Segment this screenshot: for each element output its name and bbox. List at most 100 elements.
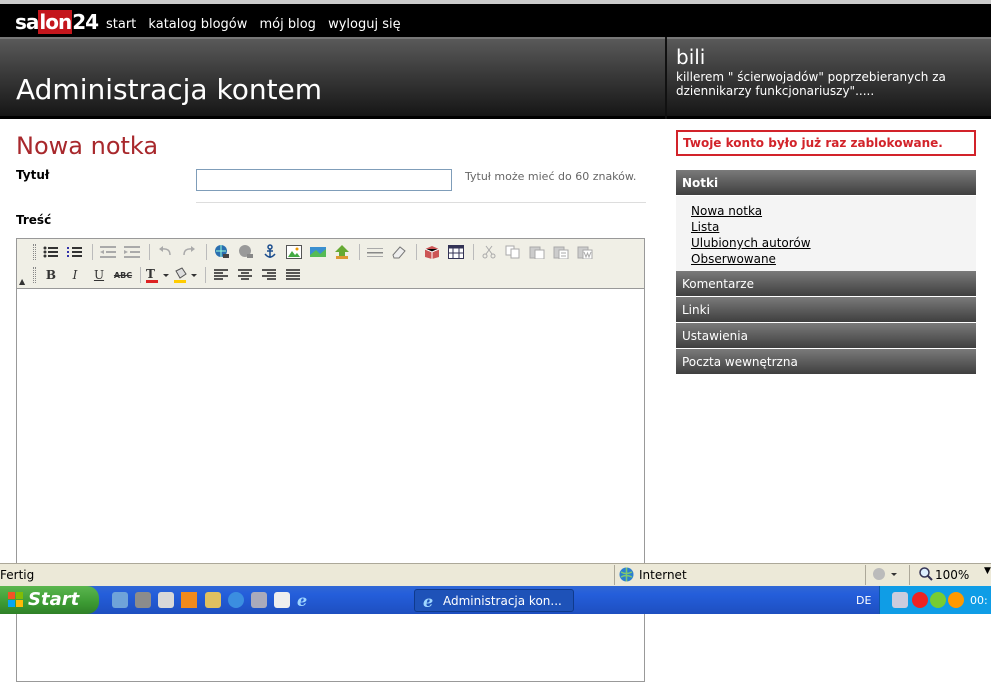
quicklaunch-app-2-icon[interactable] xyxy=(135,592,151,608)
insert-file-icon[interactable] xyxy=(331,242,353,262)
sidebar-link-favorite-authors[interactable]: Ulubionych autorów xyxy=(691,235,976,251)
rich-text-editor: B I U ABC T ▲ xyxy=(16,238,645,682)
popup-blocker-icon[interactable] xyxy=(872,567,898,585)
sidebar-section-settings[interactable]: Ustawienia xyxy=(676,323,976,349)
toolbar-separator xyxy=(140,267,141,283)
sidebar-section-links[interactable]: Linki xyxy=(676,297,976,323)
bullet-list-icon[interactable] xyxy=(40,242,62,262)
insert-media-icon[interactable] xyxy=(307,242,329,262)
taskbar-window-title: Administracja kon... xyxy=(443,594,562,608)
toolbar-separator xyxy=(149,244,150,260)
align-justify-icon[interactable] xyxy=(282,265,304,285)
strikethrough-icon[interactable]: ABC xyxy=(112,265,134,285)
quicklaunch-app-5-icon[interactable] xyxy=(205,592,221,608)
toolbar-separator xyxy=(205,267,206,283)
sidebar-link-new-post[interactable]: Nowa notka xyxy=(691,203,976,219)
tray-app-icon[interactable] xyxy=(912,592,928,608)
bold-icon[interactable]: B xyxy=(40,265,62,285)
toolbar-separator xyxy=(92,244,93,260)
nav-link-start[interactable]: start xyxy=(106,17,136,32)
taskbar-window-item[interactable]: e Administracja kon... xyxy=(414,589,574,612)
sidebar-section-internal-mail[interactable]: Poczta wewnętrzna xyxy=(676,349,976,375)
sidebar-notki-submenu: Nowa notka Lista Ulubionych autorów Obse… xyxy=(676,196,976,271)
content-label: Treść xyxy=(16,213,52,227)
nav-link-catalog[interactable]: katalog blogów xyxy=(148,17,247,32)
eraser-icon[interactable] xyxy=(388,242,410,262)
tray-app-icon[interactable] xyxy=(948,592,964,608)
internet-explorer-icon: e xyxy=(423,593,433,609)
align-center-icon[interactable] xyxy=(234,265,256,285)
status-divider xyxy=(865,565,866,585)
windows-taskbar: Start e e Administracja kon... DE 00: xyxy=(0,586,991,614)
clock[interactable]: 00: xyxy=(970,594,988,607)
align-right-icon[interactable] xyxy=(258,265,280,285)
quicklaunch-app-8-icon[interactable] xyxy=(274,592,290,608)
quicklaunch-app-6-icon[interactable] xyxy=(228,592,244,608)
browser-status-bar: Fertig Internet 100% ▼ xyxy=(0,563,991,586)
blog-description: killerem " ścierwojadów" poprzebieranych… xyxy=(676,70,946,98)
security-zone-label: Internet xyxy=(639,568,687,582)
numbered-list-icon[interactable] xyxy=(64,242,86,262)
indent-icon[interactable] xyxy=(121,242,143,262)
toolbar-row-1 xyxy=(33,241,598,263)
svg-text:e: e xyxy=(297,592,307,608)
sidebar-link-list[interactable]: Lista xyxy=(691,219,976,235)
background-color-icon[interactable] xyxy=(173,265,199,285)
zoom-dropdown-icon[interactable]: ▼ xyxy=(984,566,991,576)
quicklaunch-app-1-icon[interactable] xyxy=(112,592,128,608)
sidebar-link-watched[interactable]: Obserwowane xyxy=(691,251,976,267)
salon24-logo[interactable]: salon24 xyxy=(15,10,99,34)
editor-content-area[interactable] xyxy=(17,290,644,681)
start-label: Start xyxy=(28,589,80,610)
logo-text-post: 24 xyxy=(72,10,99,34)
logo-text-pre: sa xyxy=(15,10,39,34)
redo-icon[interactable] xyxy=(178,242,200,262)
sidebar-section-comments[interactable]: Komentarze xyxy=(676,271,976,297)
title-label: Tytuł xyxy=(16,168,50,182)
text-color-icon[interactable]: T xyxy=(145,265,171,285)
horizontal-rule-icon[interactable] xyxy=(364,242,386,262)
cut-icon[interactable] xyxy=(478,242,500,262)
quicklaunch-app-3-icon[interactable] xyxy=(158,592,174,608)
undo-icon[interactable] xyxy=(154,242,176,262)
zoom-level[interactable]: 100% xyxy=(935,568,969,582)
italic-icon[interactable]: I xyxy=(64,265,86,285)
insert-link-icon[interactable] xyxy=(211,242,233,262)
underline-icon[interactable]: U xyxy=(88,265,110,285)
system-tray: 00: xyxy=(879,586,991,614)
insert-object-icon[interactable] xyxy=(421,242,443,262)
paste-word-icon[interactable] xyxy=(574,242,596,262)
toolbar-collapse-icon[interactable]: ▲ xyxy=(19,277,25,286)
page-title: Administracja kontem xyxy=(16,73,323,106)
nav-link-my-blog[interactable]: mój blog xyxy=(260,17,316,32)
zoom-icon[interactable] xyxy=(919,567,933,584)
unlink-icon[interactable] xyxy=(235,242,257,262)
toolbar-separator xyxy=(473,244,474,260)
align-left-icon[interactable] xyxy=(210,265,232,285)
nav-link-logout[interactable]: wyloguj się xyxy=(328,17,401,32)
account-blocked-notice: Twoje konto było już raz zablokowane. xyxy=(676,130,976,156)
outdent-icon[interactable] xyxy=(97,242,119,262)
paste-text-icon[interactable] xyxy=(550,242,572,262)
svg-text:e: e xyxy=(423,593,433,609)
insert-image-icon[interactable] xyxy=(283,242,305,262)
new-post-form: Nowa notka Tytuł Tytuł może mieć do 60 z… xyxy=(0,122,660,682)
quicklaunch-app-7-icon[interactable] xyxy=(251,592,267,608)
language-indicator[interactable]: DE xyxy=(856,594,871,607)
vlc-icon[interactable] xyxy=(181,592,197,608)
copy-icon[interactable] xyxy=(502,242,524,262)
internet-explorer-icon[interactable]: e xyxy=(297,591,313,610)
toolbar-separator xyxy=(206,244,207,260)
title-input[interactable] xyxy=(196,169,452,191)
start-button[interactable]: Start xyxy=(0,586,99,614)
tray-network-icon[interactable] xyxy=(892,592,908,608)
blog-name[interactable]: bili xyxy=(676,45,705,69)
anchor-icon[interactable] xyxy=(259,242,281,262)
tray-app-icon[interactable] xyxy=(930,592,946,608)
insert-table-icon[interactable] xyxy=(445,242,467,262)
internet-zone-icon xyxy=(619,567,634,585)
form-heading: Nowa notka xyxy=(16,132,159,160)
sidebar-section-notki[interactable]: Notki xyxy=(676,170,976,196)
paste-icon[interactable] xyxy=(526,242,548,262)
